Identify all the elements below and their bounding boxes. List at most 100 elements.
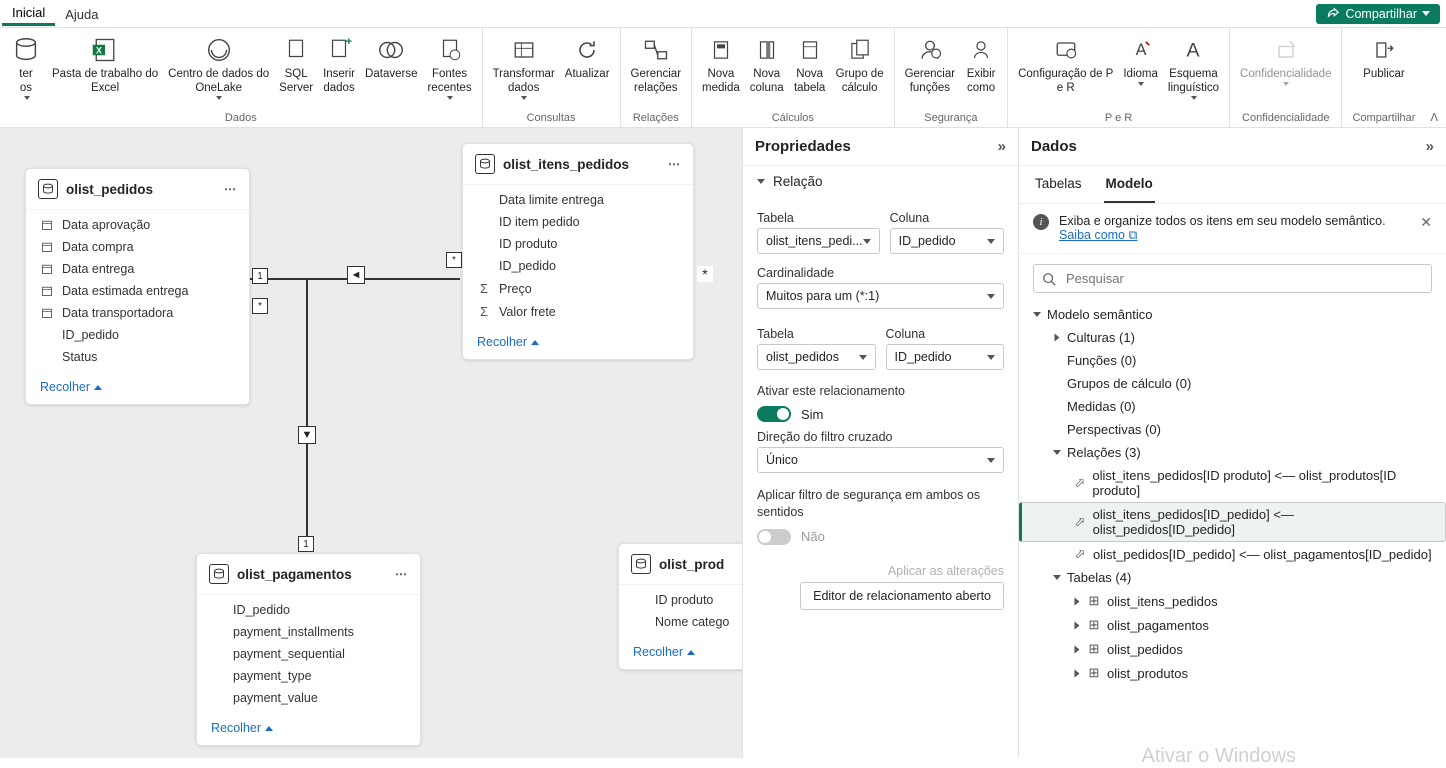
- tree-table-item[interactable]: ⊞olist_pedidos: [1019, 637, 1446, 661]
- toggle-active[interactable]: [757, 406, 791, 422]
- table-collapse[interactable]: Recolher: [26, 372, 249, 404]
- table-olist-produtos[interactable]: olist_prod ID produtoNome catego Recolhe…: [618, 543, 742, 670]
- tree-relation-item[interactable]: ⬀olist_pedidos[ID_pedido] <— olist_pagam…: [1019, 542, 1446, 566]
- tree-model[interactable]: Modelo semântico: [1019, 303, 1446, 326]
- share-button[interactable]: Compartilhar: [1316, 4, 1440, 24]
- field-item[interactable]: ID item pedido: [463, 211, 693, 233]
- tree-relations[interactable]: Relações (3): [1019, 441, 1446, 464]
- table-olist-pagamentos[interactable]: olist_pagamentos ⋯ ID_pedidopayment_inst…: [196, 553, 421, 746]
- table-collapse[interactable]: Recolher: [619, 637, 742, 669]
- ribbon-onelake[interactable]: Centro de dados do OneLake: [164, 32, 273, 102]
- tree-tables[interactable]: Tabelas (4): [1019, 566, 1446, 589]
- ribbon-recent-sources[interactable]: Fontes recentes: [423, 32, 475, 102]
- select-column-to[interactable]: ID_pedido: [886, 344, 1005, 370]
- chevron-up-icon: [265, 726, 273, 731]
- banner-close[interactable]: ✕: [1420, 214, 1432, 243]
- open-relationship-editor-button[interactable]: Editor de relacionamento aberto: [800, 582, 1004, 610]
- field-item[interactable]: Nome catego: [619, 611, 742, 633]
- chevron-right-icon: [1075, 597, 1080, 605]
- select-cardinality[interactable]: Muitos para um (*:1): [757, 283, 1004, 309]
- field-item[interactable]: ID_pedido: [463, 255, 693, 277]
- tab-help[interactable]: Ajuda: [55, 3, 108, 25]
- ribbon-new-table[interactable]: Nova tabela: [790, 32, 830, 98]
- field-item[interactable]: ΣValor frete: [463, 300, 693, 323]
- tree-table-item[interactable]: ⊞olist_pagamentos: [1019, 613, 1446, 637]
- ribbon-manage-rel[interactable]: Gerenciar relações: [627, 32, 686, 98]
- field-item[interactable]: Data transportadora: [26, 302, 249, 324]
- ribbon-language[interactable]: AIdioma: [1119, 32, 1162, 88]
- table-menu-button[interactable]: ⋯: [668, 157, 681, 171]
- field-item[interactable]: Data limite entrega: [463, 189, 693, 211]
- table-menu-button[interactable]: ⋯: [395, 567, 408, 581]
- label-filter-direction: Direção do filtro cruzado: [757, 430, 1004, 444]
- tree-relation-item[interactable]: ⬀olist_itens_pedidos[ID produto] <— olis…: [1019, 464, 1446, 502]
- field-item[interactable]: ΣPreço: [463, 277, 693, 300]
- field-item[interactable]: ID produto: [463, 233, 693, 255]
- data-collapse[interactable]: »: [1426, 138, 1434, 155]
- ribbon-manage-roles[interactable]: Gerenciar funções: [901, 32, 960, 98]
- ribbon-new-column[interactable]: Nova coluna: [746, 32, 788, 98]
- tree-table-item[interactable]: ⊞olist_produtos: [1019, 661, 1446, 685]
- field-item[interactable]: Data estimada entrega: [26, 280, 249, 302]
- select-column-from[interactable]: ID_pedido: [890, 228, 1004, 254]
- field-item[interactable]: payment_sequential: [197, 643, 420, 665]
- field-item[interactable]: payment_installments: [197, 621, 420, 643]
- tree-calc-groups[interactable]: Grupos de cálculo (0): [1019, 372, 1446, 395]
- field-item[interactable]: ID_pedido: [26, 324, 249, 346]
- ribbon-excel[interactable]: XPasta de trabalho do Excel: [48, 32, 162, 98]
- field-item[interactable]: ID produto: [619, 589, 742, 611]
- field-item[interactable]: payment_type: [197, 665, 420, 687]
- field-item[interactable]: Data entrega: [26, 258, 249, 280]
- table-olist-itens[interactable]: olist_itens_pedidos ⋯ Data limite entreg…: [462, 143, 694, 360]
- ribbon-new-measure[interactable]: Nova medida: [698, 32, 744, 98]
- table-collapse[interactable]: Recolher: [463, 327, 693, 359]
- table-collapse[interactable]: Recolher: [197, 713, 420, 745]
- tab-home[interactable]: Inicial: [2, 1, 55, 26]
- ribbon-get-data[interactable]: ter os: [6, 32, 46, 102]
- search-box[interactable]: [1033, 264, 1432, 293]
- tree-cultures[interactable]: Culturas (1): [1019, 326, 1446, 349]
- field-item[interactable]: ID_pedido: [197, 599, 420, 621]
- field-item[interactable]: Status: [26, 346, 249, 368]
- ribbon-sql[interactable]: SQL Server: [275, 32, 317, 98]
- apply-changes-link[interactable]: Aplicar as alterações: [888, 564, 1004, 578]
- ribbon-insert-data[interactable]: +Inserir dados: [319, 32, 359, 98]
- table-olist-pedidos[interactable]: olist_pedidos ⋯ Data aprovaçãoData compr…: [25, 168, 250, 405]
- ribbon-view-as[interactable]: Exibir como: [961, 32, 1001, 98]
- ribbon-calc-group[interactable]: Grupo de cálculo: [832, 32, 888, 98]
- field-item[interactable]: payment_value: [197, 687, 420, 709]
- field-item[interactable]: Data compra: [26, 236, 249, 258]
- field-label: Data estimada entrega: [62, 284, 188, 298]
- section-relation[interactable]: Relação: [743, 166, 1018, 197]
- toggle-security[interactable]: [757, 529, 791, 545]
- ribbon-group-queries: Consultas: [523, 112, 580, 125]
- field-item[interactable]: Data aprovação: [26, 214, 249, 236]
- tree-relation-item-selected[interactable]: ⬀olist_itens_pedidos[ID_pedido] <— olist…: [1019, 502, 1446, 542]
- select-filter-direction[interactable]: Único: [757, 447, 1004, 473]
- ribbon-sensitivity[interactable]: Confidencialidade: [1236, 32, 1335, 88]
- ribbon-group-share: Compartilhar: [1348, 112, 1419, 125]
- tree-functions[interactable]: Funções (0): [1019, 349, 1446, 372]
- ribbon-group-sensitivity: Confidencialidade: [1238, 112, 1333, 125]
- learn-more-link[interactable]: Saiba como ⧉: [1059, 228, 1137, 242]
- model-canvas[interactable]: 1 * ◄ * * ▼ 1 olist_pedidos ⋯ Data aprov…: [0, 128, 742, 758]
- data-tab-model[interactable]: Modelo: [1104, 166, 1155, 203]
- tree-measures[interactable]: Medidas (0): [1019, 395, 1446, 418]
- viewas-icon: [968, 36, 994, 64]
- tree-perspectives[interactable]: Perspectivas (0): [1019, 418, 1446, 441]
- ribbon-publish[interactable]: Publicar: [1359, 32, 1409, 84]
- ribbon-qa-config[interactable]: Configuração de P e R: [1014, 32, 1117, 98]
- tree-table-item[interactable]: ⊞olist_itens_pedidos: [1019, 589, 1446, 613]
- properties-collapse[interactable]: »: [998, 138, 1006, 155]
- search-input[interactable]: [1064, 270, 1423, 287]
- select-table-to[interactable]: olist_pedidos: [757, 344, 876, 370]
- ribbon-collapse[interactable]: ᐱ: [1430, 111, 1438, 124]
- data-tab-tables[interactable]: Tabelas: [1033, 166, 1084, 203]
- select-table-from[interactable]: olist_itens_pedi...: [757, 228, 880, 254]
- label-cardinality: Cardinalidade: [757, 266, 1004, 280]
- ribbon-dataverse[interactable]: Dataverse: [361, 32, 421, 84]
- ribbon-refresh[interactable]: Atualizar: [561, 32, 614, 84]
- table-menu-button[interactable]: ⋯: [224, 182, 237, 196]
- ribbon-transform[interactable]: Transformar dados: [489, 32, 559, 102]
- ribbon-linguistic[interactable]: AEsquema linguístico: [1164, 32, 1223, 102]
